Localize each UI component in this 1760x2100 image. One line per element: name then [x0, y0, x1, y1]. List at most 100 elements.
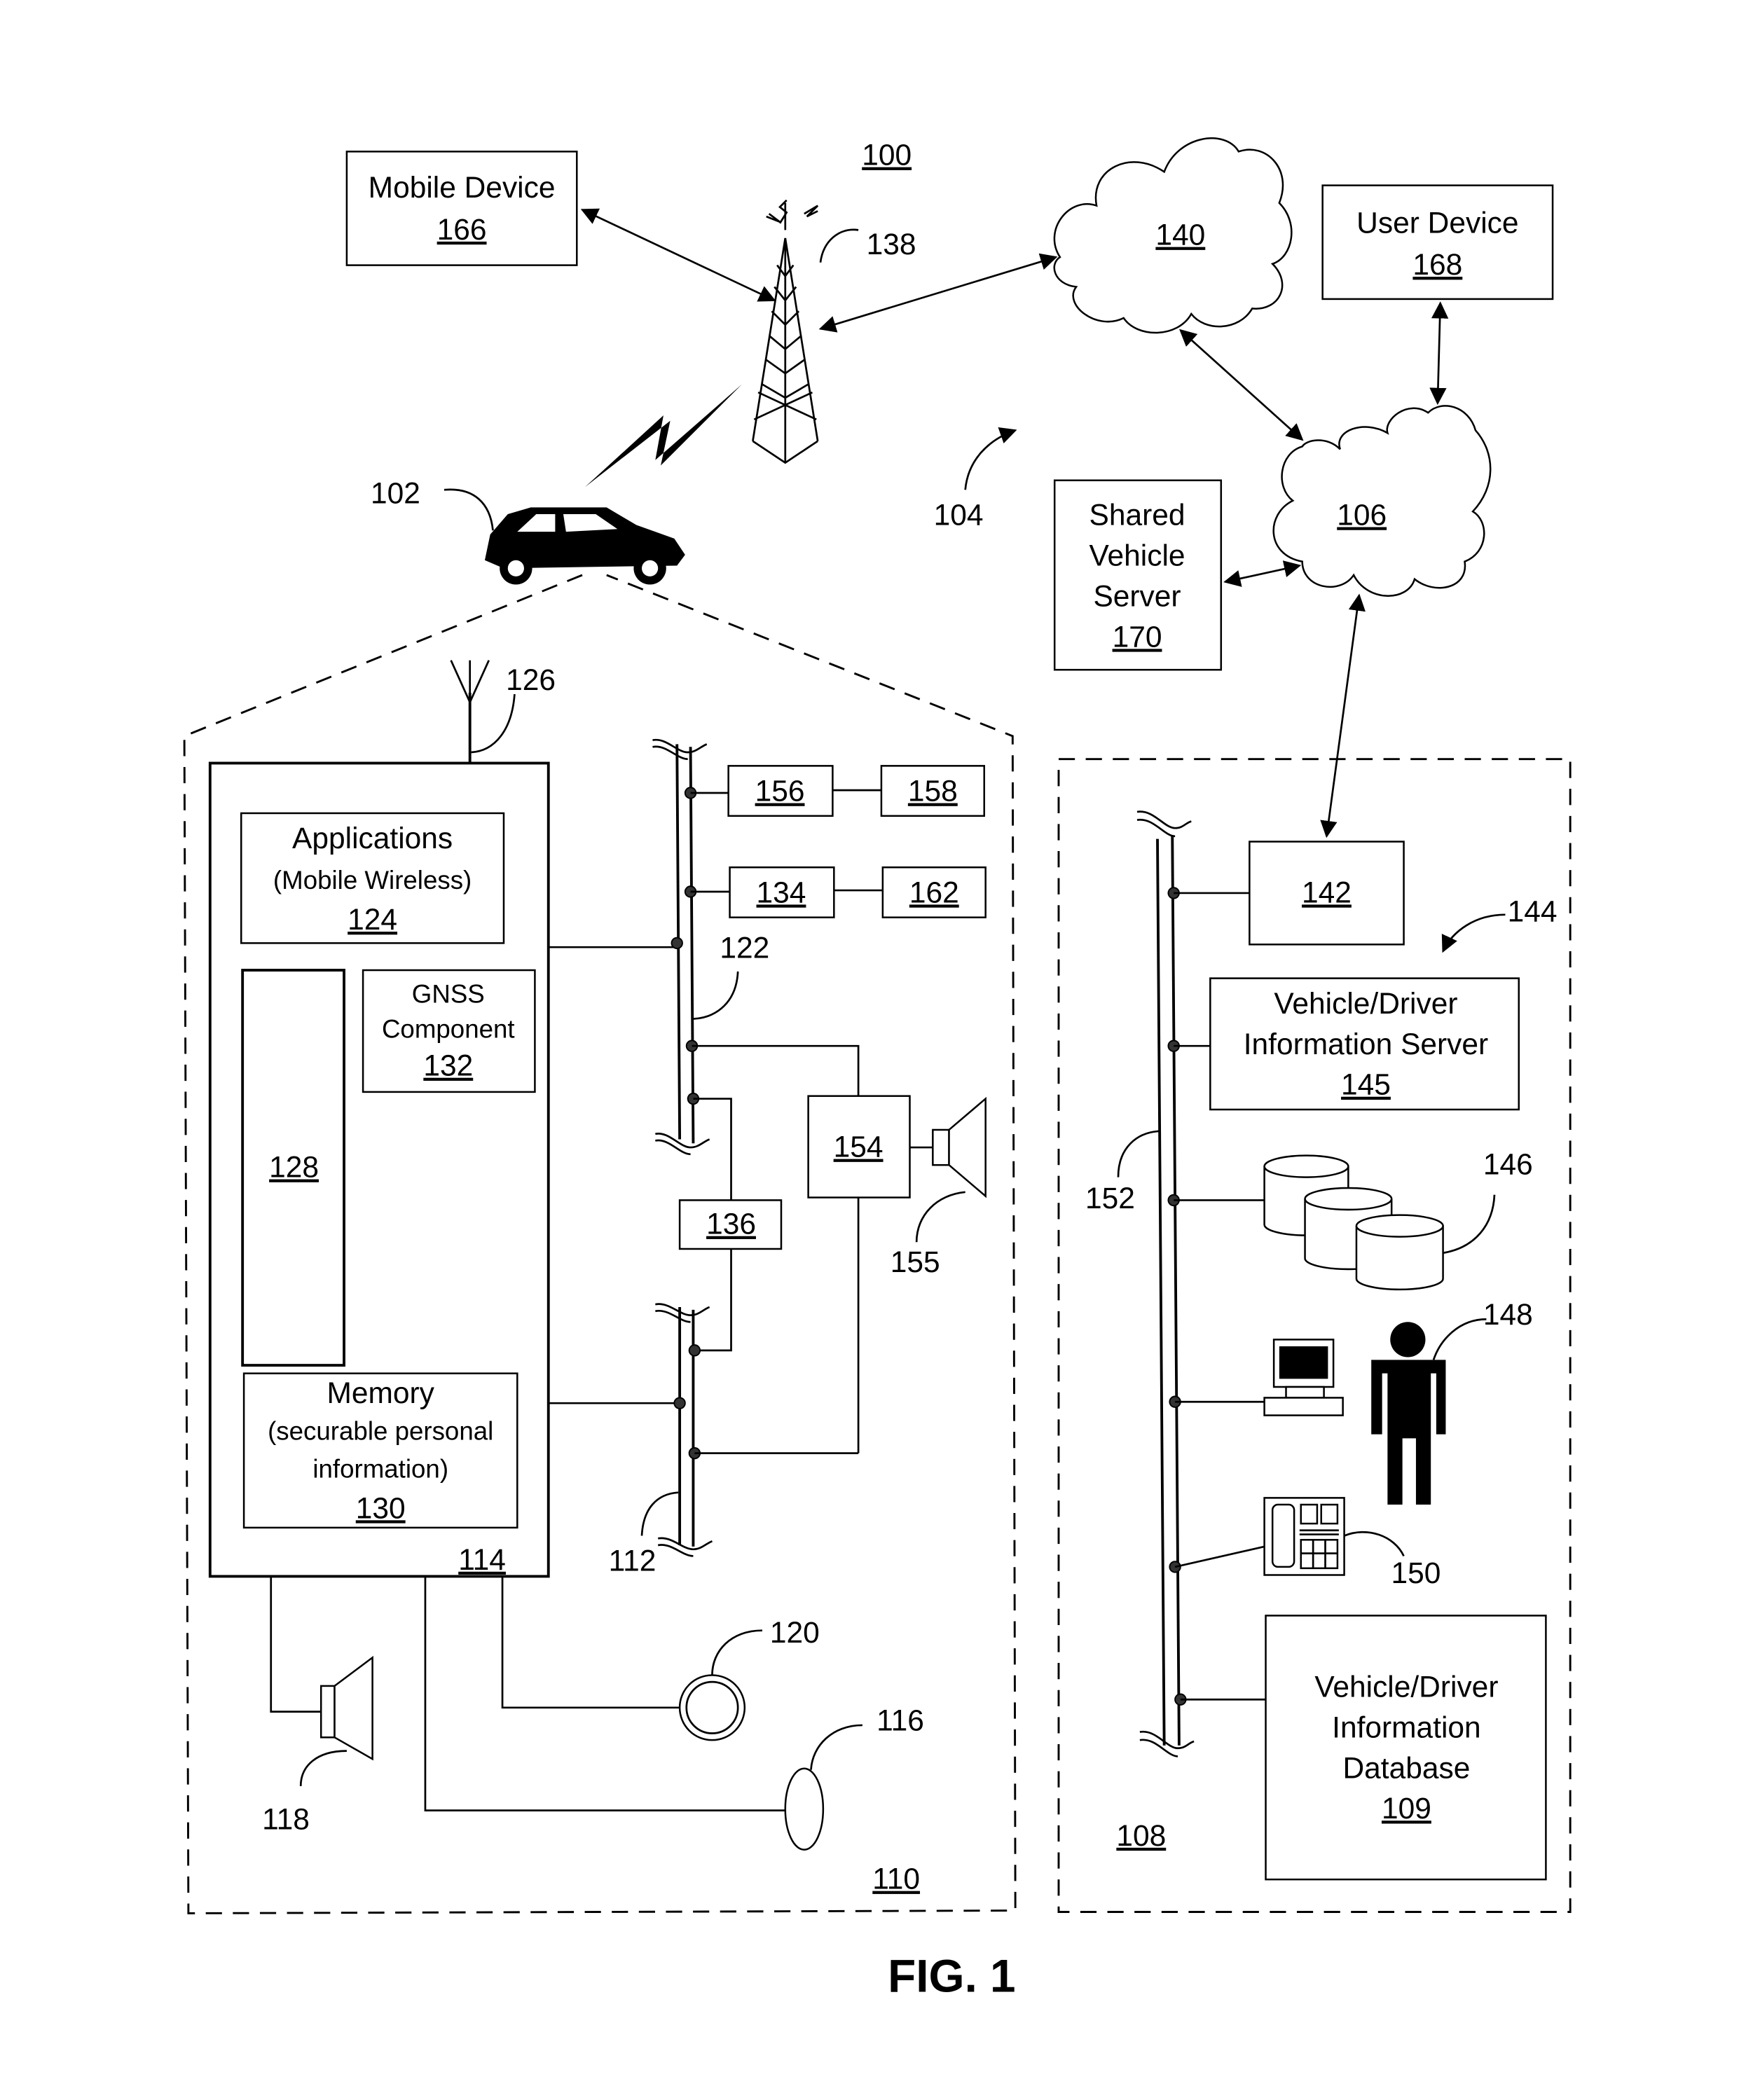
- system-ref: 100: [862, 139, 912, 172]
- lower-bus-ref: 112: [609, 1545, 656, 1578]
- info-database-line-2: Information: [1332, 1711, 1481, 1744]
- network-ref: 104: [934, 499, 984, 532]
- antenna-ref: 126: [506, 664, 556, 697]
- bus-node: [673, 1397, 686, 1409]
- button-120-ref: 120: [770, 1617, 820, 1650]
- bus-node: [671, 937, 683, 950]
- operator-person-icon: [1371, 1322, 1446, 1505]
- gnss-line-1: GNSS: [412, 979, 485, 1008]
- microphone-116-icon: [784, 1767, 825, 1851]
- speaker-155-leader: [915, 1191, 965, 1243]
- module-134-box: 134: [729, 866, 835, 918]
- userdevice-cloud106-link: [1429, 301, 1449, 406]
- cloud106-node142-link: [1320, 593, 1366, 838]
- mobile-device-label: Mobile Device: [369, 172, 556, 205]
- gnss-component-box: GNSS Component 132: [362, 969, 536, 1093]
- backend-bus-ref: 152: [1085, 1182, 1135, 1215]
- shared-server-line-1: Shared: [1089, 499, 1185, 532]
- mobile-tower-link: [580, 208, 776, 302]
- telematics-unit-ref: 114: [458, 1544, 506, 1577]
- telephone-ref: 150: [1391, 1557, 1441, 1590]
- vehicle-region-ref: 110: [872, 1863, 920, 1896]
- wireless-signal-icon: [584, 384, 742, 488]
- server170-cloud106-link: [1223, 560, 1302, 587]
- speaker-118-leader: [299, 1750, 347, 1786]
- databases-leader: [1443, 1194, 1496, 1255]
- backend-bus: [1136, 810, 1195, 1757]
- processor-box: 128: [241, 969, 345, 1367]
- module-136-box: 136: [678, 1199, 783, 1250]
- info-database-box: Vehicle/Driver Information Database 109: [1265, 1615, 1547, 1881]
- tower-cloud140-link: [818, 253, 1058, 333]
- speaker-118-ref: 118: [262, 1804, 310, 1837]
- module-158-box: 158: [880, 765, 985, 817]
- node-142-box: 142: [1249, 841, 1405, 946]
- lower-bus: [655, 1303, 713, 1557]
- link: [692, 1044, 860, 1096]
- button-120-icon: [678, 1674, 746, 1741]
- cloud140-cloud106-link: [1179, 329, 1304, 441]
- computer-terminal-icon: [1263, 1339, 1344, 1416]
- gnss-line-2: Component: [382, 1015, 515, 1044]
- server-group-pointer-arrow: [1441, 913, 1506, 953]
- shared-server-ref: 170: [1113, 621, 1162, 654]
- applications-title: Applications: [292, 822, 453, 855]
- memory-box: Memory (securable personal information) …: [242, 1372, 518, 1529]
- upper-bus-leader: [693, 971, 739, 1020]
- info-server-box: Vehicle/Driver Information Server 145: [1209, 977, 1520, 1111]
- operator-ref: 148: [1483, 1299, 1533, 1332]
- speaker-155-icon: [932, 1096, 986, 1198]
- info-server-line-1: Vehicle/Driver: [1274, 988, 1457, 1021]
- shared-vehicle-server-box: Shared Vehicle Server 170: [1053, 479, 1223, 671]
- upper-bus-ref: 122: [720, 932, 769, 965]
- module-158-ref: 158: [908, 775, 958, 808]
- link: [1174, 1545, 1265, 1568]
- backend-region-ref: 108: [1116, 1820, 1166, 1853]
- vehicle-icon: [484, 507, 685, 585]
- link: [501, 1576, 680, 1709]
- info-server-line-2: Information Server: [1244, 1028, 1488, 1061]
- cloud-140-ref: 140: [1155, 219, 1205, 252]
- applications-box: Applications (Mobile Wireless) 124: [240, 812, 505, 944]
- gnss-ref: 132: [423, 1050, 473, 1083]
- network-pointer-arrow: [964, 427, 1017, 490]
- vehicle-ref: 102: [371, 478, 420, 511]
- memory-title: Memory: [326, 1377, 434, 1410]
- microphone-116-leader: [810, 1724, 862, 1770]
- cell-tower-icon: [752, 199, 819, 464]
- module-162-box: 162: [881, 866, 986, 918]
- mobile-device-ref: 166: [437, 214, 487, 247]
- memory-line-1: (securable personal: [268, 1416, 493, 1445]
- backend-bus-leader: [1117, 1130, 1160, 1177]
- telephone-icon: [1263, 1497, 1345, 1576]
- databases-146-icon: [1263, 1154, 1444, 1291]
- module-136-ref: 136: [706, 1208, 756, 1241]
- bus-node: [688, 1344, 701, 1357]
- server-group-ref: 144: [1508, 895, 1558, 928]
- link: [693, 1098, 732, 1201]
- link: [270, 1576, 322, 1713]
- applications-subtitle: (Mobile Wireless): [273, 866, 472, 894]
- figure-title: FIG. 1: [888, 1950, 1015, 2001]
- speaker-155-ref: 155: [891, 1246, 940, 1279]
- tower-leader: [819, 228, 859, 263]
- info-database-line-3: Database: [1342, 1752, 1470, 1785]
- info-database-line-1: Vehicle/Driver: [1314, 1671, 1498, 1704]
- cloud-140-icon: 140: [1053, 137, 1293, 334]
- info-server-ref: 145: [1341, 1069, 1391, 1102]
- shared-server-line-2: Vehicle: [1089, 539, 1185, 572]
- cloud-106-icon: 106: [1272, 405, 1492, 597]
- link: [694, 1248, 732, 1352]
- mobile-device-box: Mobile Device 166: [345, 151, 578, 266]
- module-154-ref: 154: [834, 1131, 884, 1164]
- patent-figure: 100 Mobile Device 166 138 140 User Devic…: [183, 137, 1572, 2001]
- microphone-116-ref: 116: [876, 1705, 924, 1738]
- databases-ref: 146: [1483, 1149, 1533, 1182]
- operator-leader: [1432, 1318, 1487, 1360]
- memory-line-2: information): [312, 1454, 448, 1483]
- module-154-box: 154: [807, 1095, 911, 1198]
- node-142-ref: 142: [1302, 876, 1352, 909]
- user-device-box: User Device 168: [1321, 184, 1554, 301]
- antenna-icon: [450, 660, 490, 764]
- telephone-leader: [1344, 1531, 1405, 1557]
